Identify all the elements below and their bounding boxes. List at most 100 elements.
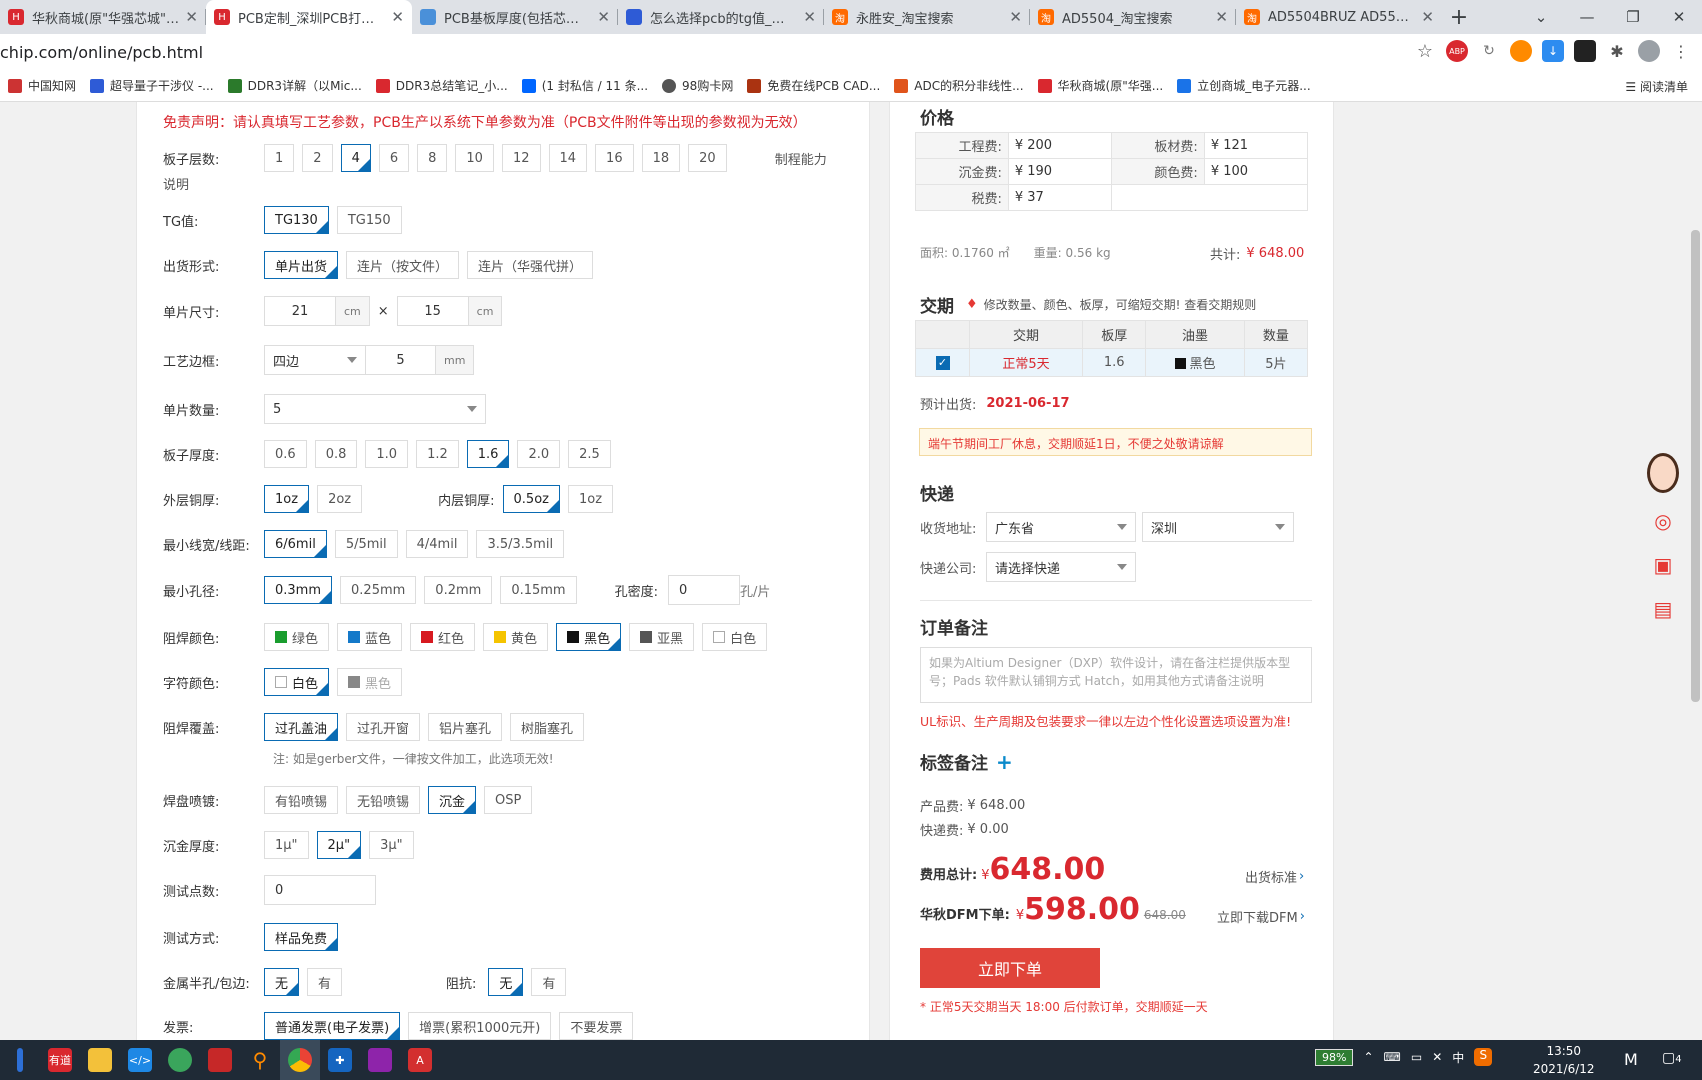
app-icon[interactable] — [160, 1040, 200, 1080]
test-points-input[interactable]: 0 — [264, 875, 376, 905]
puzzle-icon[interactable]: ✱ — [1606, 40, 1628, 62]
bookmark-item[interactable]: (1 封私信 / 11 条... — [521, 77, 648, 94]
silk-color-option[interactable]: 白色 — [264, 668, 330, 696]
start-icon[interactable] — [0, 1040, 40, 1080]
vscode-icon[interactable]: </> — [120, 1040, 160, 1080]
metal-option[interactable]: 有 — [307, 968, 343, 996]
trace-option[interactable]: 3.5/3.5mil — [476, 530, 565, 558]
menu-icon[interactable]: ⋮ — [1670, 40, 1692, 62]
mask-color-option[interactable]: 蓝色 — [337, 623, 403, 651]
city-select[interactable]: 深圳 — [1142, 512, 1294, 542]
adblock-icon[interactable]: ABP — [1446, 40, 1468, 62]
trace-option[interactable]: 6/6mil — [264, 530, 327, 558]
mask-cover-option[interactable]: 过孔盖油 — [264, 713, 339, 741]
hole-option[interactable]: 0.15mm — [500, 576, 577, 604]
volume-muted-icon[interactable]: ✕ — [1432, 1050, 1442, 1064]
tab-search-icon[interactable]: ⌄ — [1518, 0, 1564, 34]
delivery-checkbox[interactable]: ✓ — [915, 348, 970, 377]
layer-option[interactable]: 2 — [302, 144, 333, 172]
app-icon[interactable] — [200, 1040, 240, 1080]
delivery-tip[interactable]: 修改数量、颜色、板厚，可缩短交期! 查看交期规则 — [984, 296, 1257, 313]
app-icon[interactable]: M — [1624, 1050, 1638, 1069]
metal-option[interactable]: 无 — [264, 968, 300, 996]
layer-option[interactable]: 18 — [641, 144, 681, 172]
page-scrollbar[interactable] — [1688, 102, 1702, 1040]
layer-option[interactable]: 10 — [455, 144, 494, 172]
extension-icon[interactable] — [1510, 40, 1532, 62]
customer-service-avatar[interactable] — [1643, 450, 1683, 496]
bookmark-item[interactable]: 超导量子干涉仪 -... — [90, 77, 214, 94]
app-icon[interactable]: 有道 — [40, 1040, 80, 1080]
thickness-option[interactable]: 1.2 — [416, 440, 459, 468]
density-input[interactable]: 0 — [667, 575, 740, 605]
close-icon[interactable]: ✕ — [391, 8, 404, 26]
reading-list-button[interactable]: ☰ 阅读清单 — [1625, 78, 1688, 95]
size-width-input[interactable]: 21 — [264, 296, 336, 326]
courier-select[interactable]: 请选择快递 — [986, 552, 1136, 582]
close-icon[interactable]: ✕ — [1421, 8, 1434, 26]
silk-color-option[interactable]: 黑色 — [337, 668, 403, 696]
thickness-option[interactable]: 0.8 — [314, 440, 358, 468]
scrollbar-thumb[interactable] — [1691, 230, 1700, 702]
url-field[interactable]: chip.com/online/pcb.html — [0, 43, 203, 62]
folder-icon[interactable] — [80, 1040, 120, 1080]
close-icon[interactable]: ✕ — [1009, 8, 1022, 26]
province-select[interactable]: 广东省 — [986, 512, 1136, 542]
remark-textarea[interactable]: 如果为Altium Designer（DXP）软件设计，请在备注栏提供版本型号；… — [920, 647, 1312, 703]
bookmark-item[interactable]: 中国知网 — [8, 77, 76, 94]
shipping-standard-link[interactable]: 出货标准 › — [1245, 867, 1304, 886]
chrome-icon[interactable] — [280, 1040, 320, 1080]
ship-form-option[interactable]: 单片出货 — [264, 251, 339, 279]
notification-icon[interactable]: ▢4 — [1662, 1050, 1682, 1066]
layer-option[interactable]: 1 — [264, 144, 295, 172]
bookmark-item[interactable]: 立创商城_电子元器... — [1177, 77, 1311, 94]
impedance-option[interactable]: 无 — [488, 968, 524, 996]
thickness-option[interactable]: 1.0 — [365, 440, 409, 468]
keyboard-icon[interactable]: ⌨ — [1384, 1050, 1401, 1064]
sogou-icon[interactable]: S — [1474, 1048, 1493, 1066]
extension-icon[interactable]: ↻ — [1478, 40, 1500, 62]
bookmark-item[interactable]: DDR3详解（以Mic... — [227, 77, 362, 94]
close-window-icon[interactable]: ✕ — [1656, 0, 1702, 34]
border-width-input[interactable]: 5 — [366, 345, 436, 375]
browser-tab[interactable]: 淘 AD5504_淘宝搜索 ✕ — [1030, 0, 1236, 34]
chevron-up-icon[interactable]: ⌃ — [1363, 1050, 1373, 1064]
ime-icon[interactable]: 中 — [1452, 1049, 1464, 1066]
bookmark-item[interactable]: DDR3总结笔记_小... — [375, 77, 508, 94]
bookmark-item[interactable]: ADC的积分非线性... — [894, 77, 1024, 94]
explain-link[interactable]: 说明 — [163, 174, 189, 193]
bookmark-item[interactable]: 华秋商城(原"华强... — [1037, 77, 1163, 94]
outer-copper-option[interactable]: 1oz — [264, 485, 310, 513]
layer-option[interactable]: 8 — [417, 144, 448, 172]
thickness-option[interactable]: 2.5 — [568, 440, 611, 468]
layer-option[interactable]: 12 — [501, 144, 541, 172]
network-icon[interactable]: ▭ — [1411, 1050, 1422, 1064]
ship-form-option[interactable]: 连片（按文件） — [346, 251, 460, 279]
outer-copper-option[interactable]: 2oz — [317, 485, 363, 513]
ship-form-option[interactable]: 连片（华强代拼） — [467, 251, 594, 279]
order-button[interactable]: 立即下单 — [920, 948, 1100, 988]
add-tag-button[interactable]: + — [996, 750, 1013, 774]
mask-color-option[interactable]: 红色 — [410, 623, 476, 651]
finish-option[interactable]: 无铅喷锡 — [346, 786, 421, 814]
inner-copper-option[interactable]: 1oz — [567, 485, 614, 513]
new-tab-button[interactable]: + — [1442, 0, 1476, 34]
thickness-option[interactable]: 0.6 — [264, 440, 307, 468]
finish-option[interactable]: 有铅喷锡 — [264, 786, 339, 814]
extension-icon[interactable] — [1574, 40, 1596, 62]
bookmark-item[interactable]: 免费在线PCB CAD... — [747, 77, 880, 94]
browser-tab[interactable]: PCB基板厚度(包括芯板及半 ✕ — [412, 0, 618, 34]
bookmark-star-icon[interactable]: ☆ — [1414, 40, 1436, 62]
download-icon[interactable]: ↓ — [1542, 40, 1564, 62]
hole-option[interactable]: 0.3mm — [264, 576, 333, 604]
invoice-option[interactable]: 增票(累积1000元开) — [408, 1012, 552, 1040]
border-select[interactable]: 四边 — [264, 345, 366, 375]
mask-color-option[interactable]: 黑色 — [556, 623, 622, 651]
close-icon[interactable]: ✕ — [1215, 8, 1228, 26]
tg-option[interactable]: TG130 — [264, 206, 329, 234]
battery-icon[interactable]: 98% — [1315, 1048, 1354, 1066]
browser-tab[interactable]: 淘 AD5504BRUZ AD5504BR ✕ — [1236, 0, 1442, 34]
layer-option[interactable]: 14 — [548, 144, 588, 172]
app-icon[interactable] — [360, 1040, 400, 1080]
impedance-option[interactable]: 有 — [531, 968, 567, 996]
